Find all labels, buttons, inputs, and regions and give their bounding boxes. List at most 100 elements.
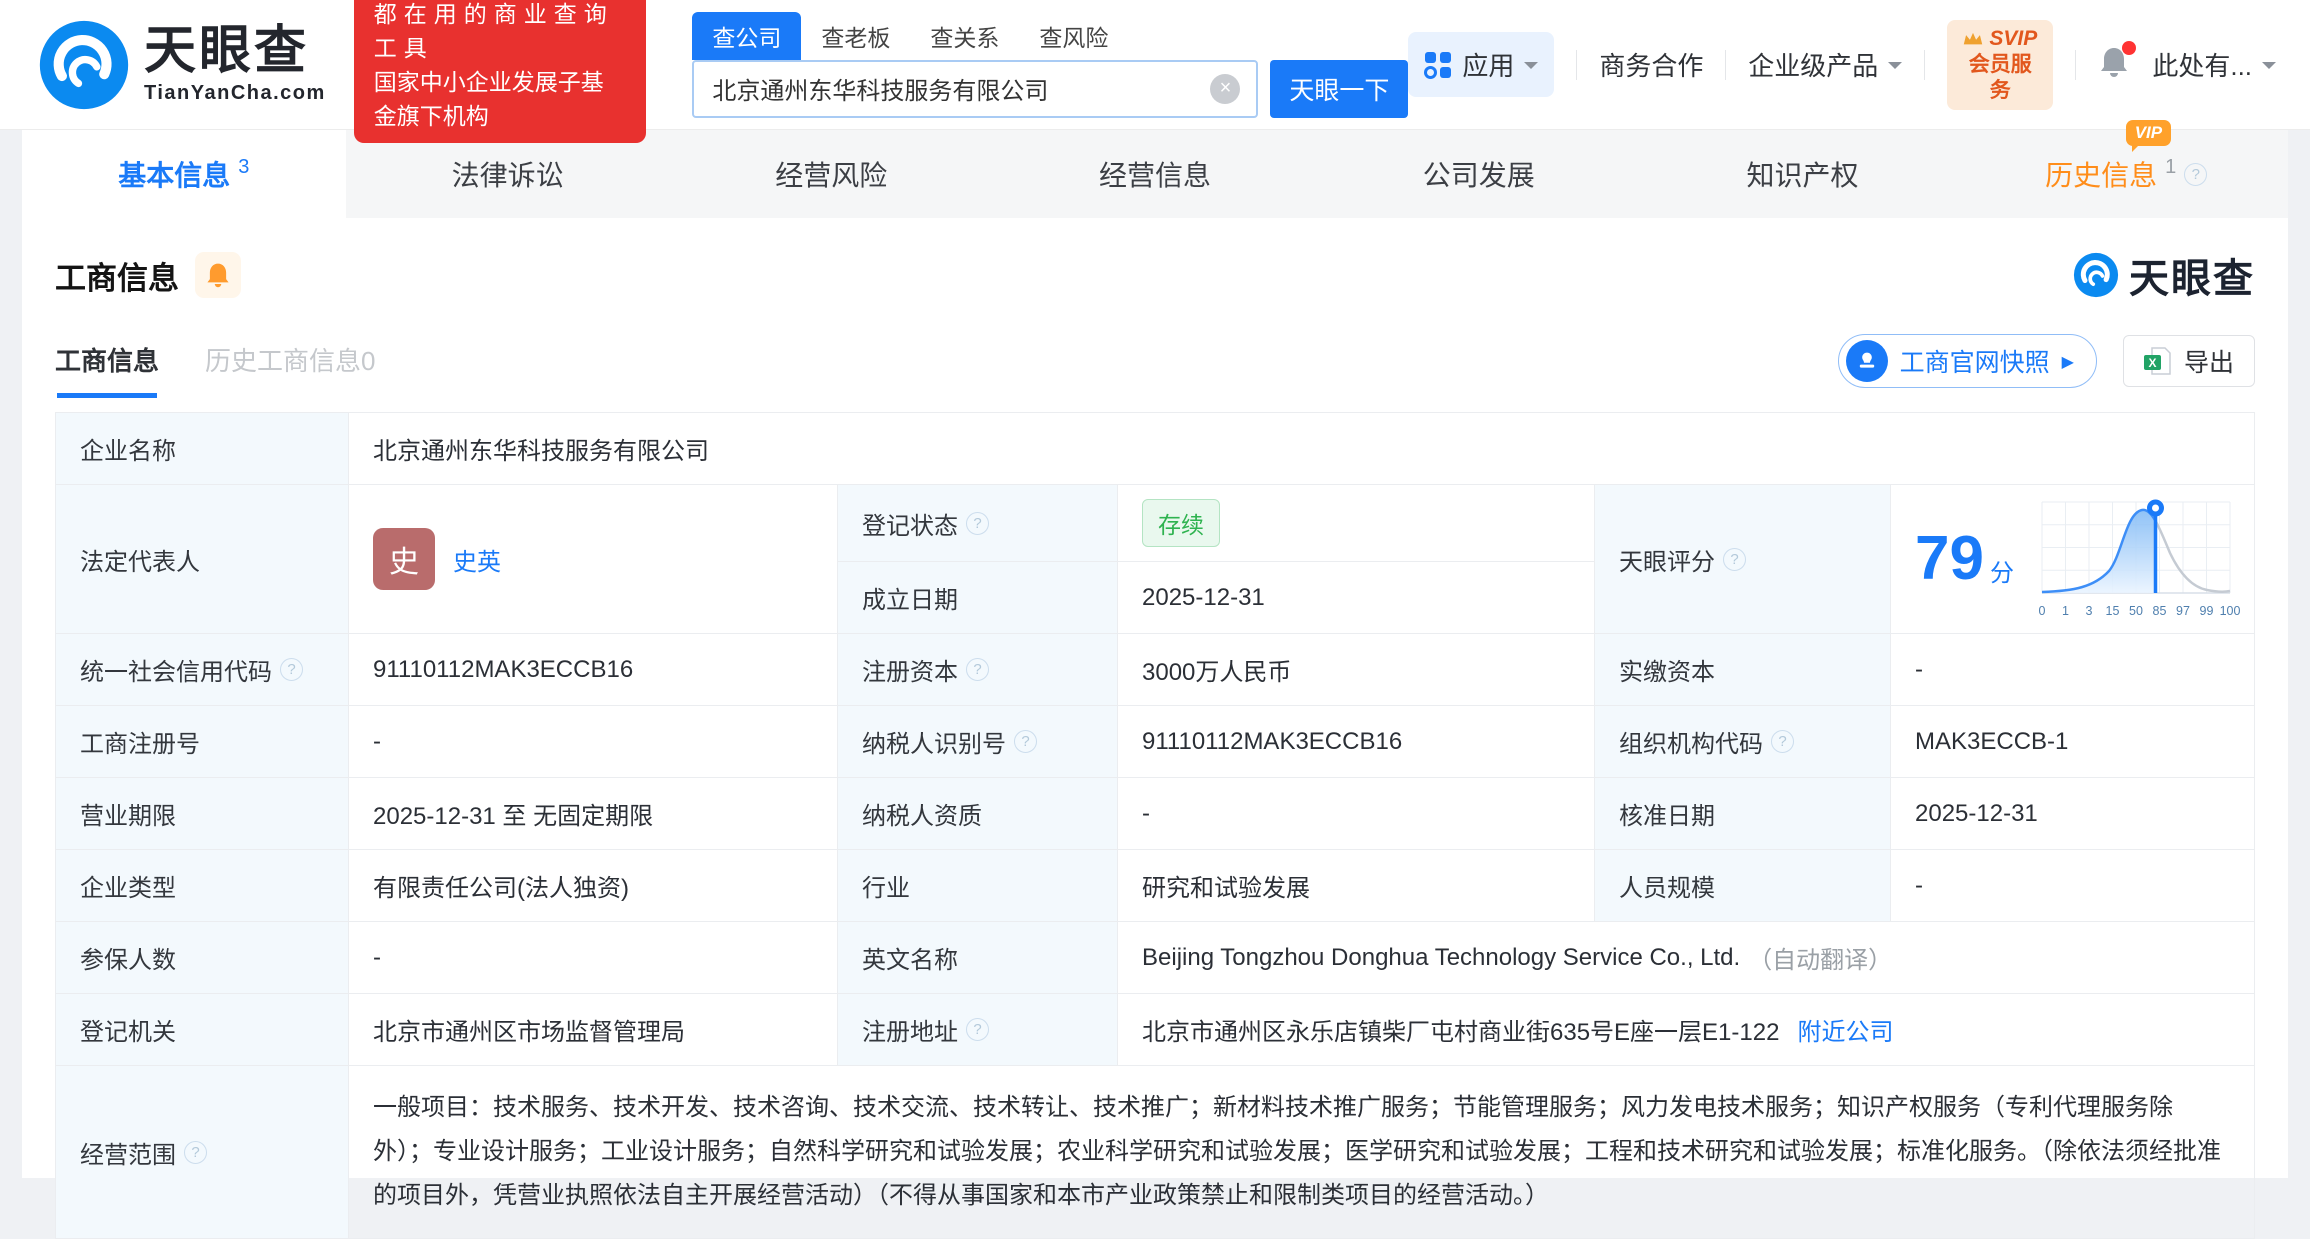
paid-capital-label: 实缴资本 [1595, 634, 1891, 705]
reg-address-label: 注册地址? [838, 994, 1118, 1065]
svip-sub-label: 会员服务 [1963, 52, 2037, 104]
bell-icon [205, 261, 231, 289]
official-snapshot-button[interactable]: 工商官网快照 ▶ [1838, 334, 2097, 388]
svg-text:100: 100 [2220, 604, 2241, 618]
divider [2075, 50, 2076, 80]
tab-operation-risk[interactable]: 经营风险 [669, 130, 993, 218]
score-value-cell: 79 分 [1891, 485, 2254, 633]
user-menu-label: 此处有... [2152, 46, 2252, 83]
arrow-right-icon: ▶ [2062, 352, 2074, 371]
chevron-down-icon [1888, 62, 1902, 76]
tab-count: 3 [238, 156, 249, 179]
enterprise-products-menu[interactable]: 企业级产品 [1748, 46, 1902, 83]
org-code-label: 组织机构代码? [1595, 706, 1891, 777]
auto-translate-note: （自动翻译） [1748, 940, 1892, 975]
company-type-value: 有限责任公司(法人独资) [349, 850, 838, 921]
svg-text:3: 3 [2085, 604, 2092, 618]
svg-text:X: X [2148, 356, 2156, 370]
help-icon[interactable]: ? [1014, 730, 1037, 753]
chevron-down-icon [1524, 62, 1538, 76]
reg-capital-label: 注册资本? [838, 634, 1118, 705]
business-term-value: 2025-12-31 至 无固定期限 [349, 778, 838, 849]
reg-address-value: 北京市通州区永乐店镇柴厂屯村商业街635号E座一层E1-122 附近公司 [1118, 994, 2254, 1065]
taxpayer-quality-label: 纳税人资质 [838, 778, 1118, 849]
help-icon[interactable]: ? [966, 658, 989, 681]
search-tab-boss[interactable]: 查老板 [801, 12, 910, 60]
search-tab-risk[interactable]: 查风险 [1019, 12, 1128, 60]
user-menu[interactable]: 此处有... [2152, 46, 2276, 83]
tab-label: 基本信息 [118, 154, 230, 194]
tab-label: 历史信息 [2045, 154, 2157, 194]
taxpayer-quality-value: - [1118, 778, 1595, 849]
apps-grid-icon [1424, 51, 1452, 79]
company-name-label: 企业名称 [56, 413, 349, 484]
svg-text:1: 1 [2062, 604, 2069, 618]
status-badge: 存续 [1142, 499, 1220, 547]
top-header: 天眼查 TianYanCha.com 都在用的商业查询工具 国家中小企业发展子基… [0, 0, 2310, 130]
approval-date-value: 2025-12-31 [1891, 778, 2254, 849]
tab-basic-info[interactable]: 基本信息 3 [22, 130, 346, 218]
tab-legal-litigation[interactable]: 法律诉讼 [346, 130, 670, 218]
notification-dot [2122, 41, 2136, 55]
svg-text:99: 99 [2200, 604, 2214, 618]
search-tab-company[interactable]: 查公司 [692, 12, 801, 60]
legal-rep-avatar[interactable]: 史 [373, 528, 435, 590]
tianyancha-eye-icon [2073, 252, 2119, 298]
help-icon[interactable]: ? [966, 1018, 989, 1041]
svip-label: SVIP [1989, 26, 2037, 52]
paid-capital-value: - [1891, 634, 2254, 705]
business-scope-label: 经营范围? [56, 1066, 349, 1238]
search-input-wrap: × [692, 60, 1258, 118]
business-cooperation-menu[interactable]: 商务合作 [1599, 46, 1703, 83]
tab-operation-info[interactable]: 经营信息 [993, 130, 1317, 218]
svg-text:15: 15 [2106, 604, 2120, 618]
tab-intellectual-property[interactable]: 知识产权 [1641, 130, 1965, 218]
business-info-table: 企业名称 北京通州东华科技服务有限公司 法定代表人 史 史英 登记状态 ? [55, 412, 2255, 1239]
search-area: 查公司 查老板 查关系 查风险 × 天眼一下 [692, 12, 1408, 118]
help-icon[interactable]: ? [966, 512, 989, 535]
english-name-label: 英文名称 [838, 922, 1118, 993]
search-tab-relation[interactable]: 查关系 [910, 12, 1019, 60]
tab-company-development[interactable]: 公司发展 [1317, 130, 1641, 218]
help-icon[interactable]: ? [2184, 163, 2207, 186]
page-container: 基本信息 3 法律诉讼 经营风险 经营信息 公司发展 知识产权 历史信息 VIP… [22, 130, 2288, 1178]
apps-menu[interactable]: 应用 [1408, 32, 1554, 97]
help-icon[interactable]: ? [1771, 730, 1794, 753]
legal-rep-name-link[interactable]: 史英 [453, 542, 501, 577]
watermark-text: 天眼查 [2129, 246, 2255, 304]
search-input[interactable] [710, 74, 1210, 104]
excel-icon: X [2144, 346, 2172, 376]
svip-member-button[interactable]: SVIP 会员服务 [1947, 20, 2053, 110]
notification-bell-button[interactable] [2098, 45, 2130, 84]
subtab-business-info[interactable]: 工商信息 [55, 341, 159, 398]
table-row: 企业类型 有限责任公司(法人独资) 行业 研究和试验发展 人员规模 - [56, 850, 2254, 922]
clear-icon[interactable]: × [1210, 74, 1240, 104]
score-unit: 分 [1990, 553, 2014, 588]
reg-status-value: 存续 [1118, 485, 1595, 561]
help-icon[interactable]: ? [1723, 548, 1746, 571]
search-button[interactable]: 天眼一下 [1270, 60, 1408, 118]
subtab-history-business-info[interactable]: 历史工商信息0 [205, 341, 375, 398]
tab-count: 1 [2165, 156, 2176, 179]
establish-date-label: 成立日期 [838, 562, 1118, 633]
nearby-companies-link[interactable]: 附近公司 [1797, 1012, 1893, 1047]
help-icon[interactable]: ? [280, 658, 303, 681]
credit-code-value: 91110112MAK3ECCB16 [349, 634, 838, 705]
slogan-line2: 国家中小企业发展子基金旗下机构 [374, 65, 627, 133]
help-icon[interactable]: ? [184, 1141, 207, 1164]
tianyancha-logo[interactable]: 天眼查 TianYanCha.com [38, 19, 326, 111]
monitor-bell-button[interactable] [195, 252, 241, 298]
legal-rep-value: 史 史英 [349, 485, 838, 633]
tab-history-info[interactable]: 历史信息 VIP 1 ? [1964, 130, 2288, 218]
table-row: 经营范围? 一般项目：技术服务、技术开发、技术咨询、技术交流、技术转让、技术推广… [56, 1066, 2254, 1238]
staff-size-value: - [1891, 850, 2254, 921]
chevron-down-icon [2262, 62, 2276, 76]
slogan-line1: 都在用的商业查询工具 [374, 0, 627, 65]
export-button[interactable]: X 导出 [2123, 335, 2255, 387]
crown-icon [1963, 31, 1983, 47]
svg-text:97: 97 [2176, 604, 2190, 618]
tianyancha-eye-icon [38, 19, 130, 111]
main-nav-tabbar: 基本信息 3 法律诉讼 经营风险 经营信息 公司发展 知识产权 历史信息 VIP… [22, 130, 2288, 218]
divider [1725, 50, 1726, 80]
enterprise-label: 企业级产品 [1748, 46, 1878, 83]
